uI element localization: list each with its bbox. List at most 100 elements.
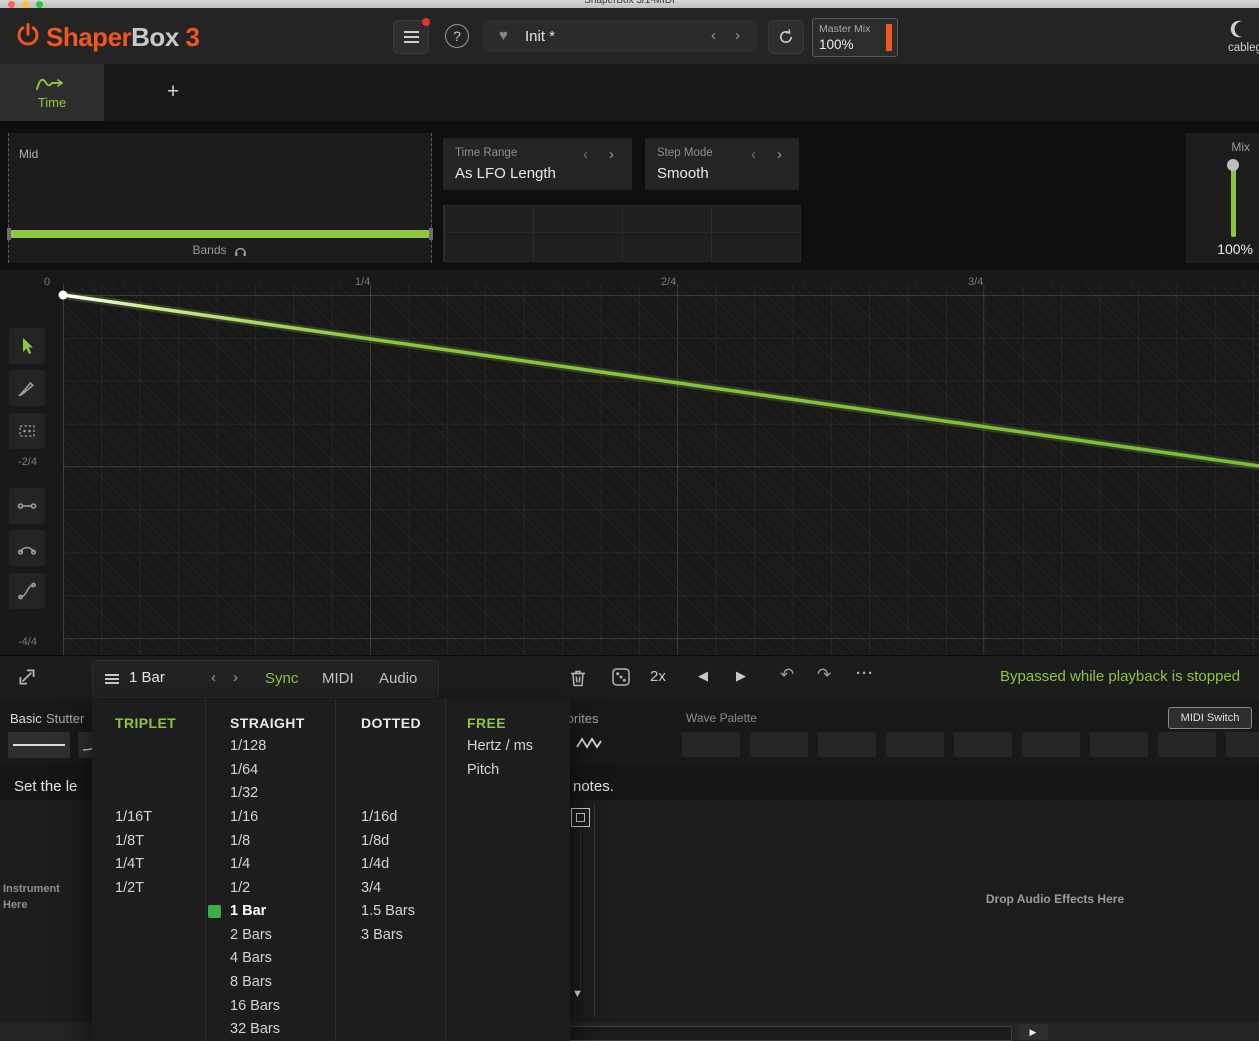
palette-slot[interactable] (1226, 732, 1259, 757)
menu-item[interactable]: 1/4d (361, 856, 389, 879)
menu-item[interactable]: 1/8 (230, 833, 250, 856)
add-shaper-button[interactable]: + (160, 79, 186, 105)
palette-slot[interactable] (1022, 732, 1080, 757)
lfo-length-value[interactable]: 1 Bar (129, 669, 165, 686)
tab-time[interactable]: Time (0, 64, 104, 121)
step-mode-value[interactable]: Smooth (657, 165, 709, 182)
palette-tab-stutter[interactable]: Stutter (46, 711, 84, 726)
lfo-canvas[interactable] (63, 284, 1259, 655)
band-range-bar[interactable] (11, 230, 429, 238)
step-grid-preview[interactable] (443, 205, 801, 262)
effects-drop-zone-label[interactable]: Drop Audio Effects Here (950, 892, 1160, 906)
step-mode-next-icon[interactable]: › (777, 146, 782, 163)
mode-midi[interactable]: MIDI (322, 670, 354, 687)
menu-item[interactable]: 16 Bars (230, 998, 280, 1021)
menu-item[interactable]: 1/2 (230, 880, 250, 903)
zigzag-wave-icon[interactable] (575, 735, 603, 751)
palette-slot[interactable] (682, 732, 740, 757)
preset-prev-icon[interactable]: ‹ (711, 27, 716, 44)
wave-thumb-flat[interactable] (8, 732, 70, 758)
preset-next-icon[interactable]: › (735, 27, 740, 44)
band-panel[interactable]: Mid Bands (7, 133, 433, 263)
menu-item[interactable]: 1/16d (361, 809, 397, 832)
mix-slider-track[interactable] (1231, 165, 1236, 237)
menu-item[interactable]: 1/128 (230, 738, 266, 761)
time-range-value[interactable]: As LFO Length (455, 165, 556, 182)
double-pattern-button[interactable]: 2x (650, 668, 666, 685)
menu-item[interactable]: 3/4 (361, 880, 381, 903)
scrollbar-top-button[interactable] (571, 808, 590, 827)
palette-slot[interactable] (750, 732, 808, 757)
delete-wave-button[interactable] (568, 667, 588, 688)
menu-item-label: 1 Bar (230, 903, 267, 919)
preset-name[interactable]: Init * (525, 28, 555, 45)
play-button[interactable]: ▶ (1018, 1024, 1048, 1040)
menu-item[interactable]: Pitch (467, 762, 499, 785)
randomize-button[interactable] (611, 667, 631, 687)
palette-slot[interactable] (1090, 732, 1148, 757)
expand-editor-button[interactable] (16, 666, 38, 688)
mode-audio[interactable]: Audio (379, 670, 417, 687)
pattern-tool-button[interactable] (9, 413, 45, 449)
shift-right-button[interactable]: ▶ (736, 668, 746, 684)
master-mix-control[interactable]: Master Mix 100% (812, 18, 898, 57)
retrigger-button[interactable] (768, 20, 804, 54)
scrollbar-track[interactable] (580, 830, 581, 988)
menu-item[interactable]: 32 Bars (230, 1021, 280, 1041)
menu-item[interactable]: 1/8T (115, 833, 144, 856)
palette-slot[interactable] (886, 732, 944, 757)
undo-button[interactable]: ↶ (780, 665, 794, 685)
length-next-icon[interactable]: › (233, 669, 238, 686)
step-mode-selector[interactable]: Step Mode ‹ › Smooth (645, 138, 799, 190)
menu-item[interactable]: 1/2T (115, 880, 144, 903)
mode-sync[interactable]: Sync (265, 670, 298, 687)
length-prev-icon[interactable]: ‹ (211, 669, 216, 686)
band-handle-right[interactable] (429, 228, 433, 240)
menu-item[interactable]: 1/32 (230, 785, 258, 808)
menu-item[interactable]: 1/16 (230, 809, 258, 832)
line-tool-button[interactable] (9, 488, 45, 524)
draw-tool-button[interactable] (9, 370, 45, 406)
headphones-icon[interactable] (233, 243, 248, 257)
palette-slot[interactable] (954, 732, 1012, 757)
master-mix-slider[interactable] (886, 24, 892, 51)
midi-switch-button[interactable]: MIDI Switch (1168, 707, 1252, 729)
menu-item[interactable]: 3 Bars (361, 927, 403, 950)
menu-item[interactable]: 1/8d (361, 833, 389, 856)
redo-button[interactable]: ↷ (817, 665, 831, 685)
more-options-button[interactable]: ··· (856, 665, 874, 682)
arc-tool-button[interactable] (9, 530, 45, 566)
main-menu-button[interactable] (393, 18, 430, 54)
menu-item[interactable]: 1/4T (115, 856, 144, 879)
menu-item[interactable]: 1/64 (230, 762, 258, 785)
scurve-tool-button[interactable] (9, 573, 45, 609)
menu-item-selected[interactable]: 1 Bar (205, 903, 335, 926)
step-mode-prev-icon[interactable]: ‹ (751, 146, 756, 163)
menu-item[interactable]: 1.5 Bars (361, 903, 415, 926)
scrollbar-down-button[interactable]: ▼ (572, 988, 583, 1000)
instrument-drop-zone-label[interactable]: Instrument Here (3, 882, 83, 914)
power-icon[interactable] (14, 21, 42, 49)
menu-item[interactable]: 1/16T (115, 809, 152, 832)
select-tool-button[interactable] (9, 328, 45, 364)
palette-slot[interactable] (818, 732, 876, 757)
palette-tab-basic[interactable]: Basic (10, 711, 42, 726)
lfo-length-group: 1 Bar ‹ › Sync MIDI Audio (92, 660, 439, 698)
band-name: Mid (19, 147, 39, 161)
shift-left-button[interactable]: ◀ (698, 668, 708, 684)
favorite-heart-icon[interactable]: ♥ (499, 27, 508, 44)
time-range-next-icon[interactable]: › (609, 146, 614, 163)
list-icon[interactable] (105, 674, 119, 676)
menu-item[interactable]: 4 Bars (230, 950, 272, 973)
palette-slot[interactable] (1158, 732, 1216, 757)
mix-slider-knob[interactable] (1227, 159, 1239, 171)
menu-item[interactable]: Hertz / ms (467, 738, 533, 761)
bands-label[interactable]: Bands (192, 243, 226, 257)
menu-item[interactable]: 8 Bars (230, 974, 272, 997)
time-range-selector[interactable]: Time Range ‹ › As LFO Length (443, 138, 632, 190)
menu-item[interactable]: 2 Bars (230, 927, 272, 950)
time-range-prev-icon[interactable]: ‹ (583, 146, 588, 163)
help-button[interactable]: ? (440, 20, 474, 52)
menu-item[interactable]: 1/4 (230, 856, 250, 879)
preset-bar[interactable]: ♥ Init * ‹ › (483, 20, 757, 52)
